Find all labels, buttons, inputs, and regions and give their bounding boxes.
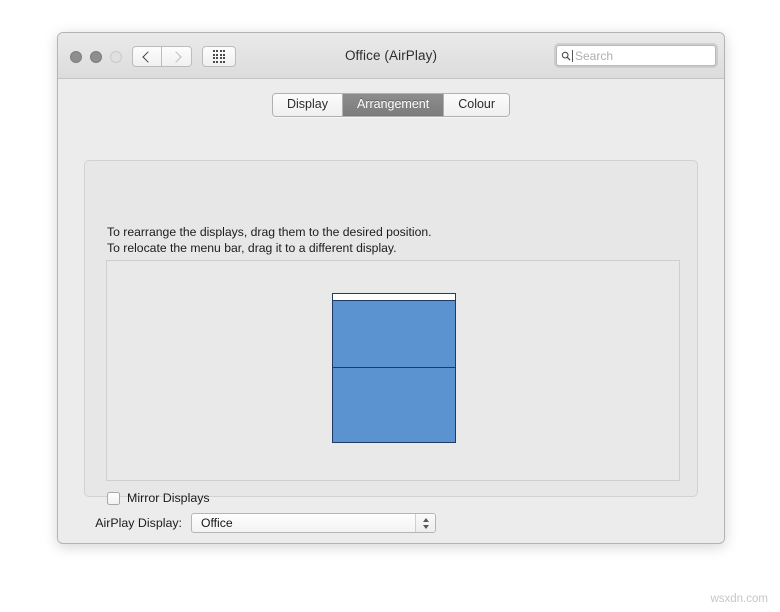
hint-line-1: To rearrange the displays, drag them to … — [107, 225, 432, 239]
mirror-displays-row[interactable]: Mirror Displays — [107, 491, 210, 505]
display-arrangement-canvas[interactable] — [106, 260, 680, 481]
arrangement-panel: To rearrange the displays, drag them to … — [84, 160, 698, 505]
airplay-display-row: AirPlay Display: Office — [84, 513, 698, 533]
search-placeholder: Search — [575, 48, 614, 63]
tab-bar: Display Arrangement Colour — [58, 93, 724, 117]
mirror-displays-checkbox[interactable] — [107, 491, 120, 505]
search-caret — [572, 49, 573, 62]
arrangement-hint: To rearrange the displays, drag them to … — [107, 224, 432, 256]
display-top[interactable] — [332, 293, 456, 368]
title-bar: Office (AirPlay) Search — [58, 33, 724, 79]
tab-arrangement[interactable]: Arrangement — [342, 94, 445, 116]
airplay-display-select[interactable]: Office — [191, 513, 436, 533]
preference-pane-content: Display Arrangement Colour To rearrange … — [58, 79, 724, 542]
menu-bar-strip[interactable] — [333, 294, 455, 301]
display-bottom[interactable] — [332, 367, 456, 443]
search-icon — [561, 51, 571, 60]
mirror-displays-label: Mirror Displays — [127, 491, 210, 505]
watermark: wsxdn.com — [710, 593, 768, 605]
tab-colour[interactable]: Colour — [444, 94, 510, 116]
system-preferences-window: Office (AirPlay) Search Display Arrangem… — [57, 32, 725, 544]
search-field[interactable]: Search — [556, 45, 716, 66]
airplay-display-label: AirPlay Display: — [95, 516, 182, 530]
tab-display[interactable]: Display — [272, 94, 343, 116]
chevron-updown-icon — [415, 514, 435, 532]
airplay-display-value: Office — [201, 516, 233, 530]
hint-line-2: To relocate the menu bar, drag it to a d… — [107, 241, 397, 255]
